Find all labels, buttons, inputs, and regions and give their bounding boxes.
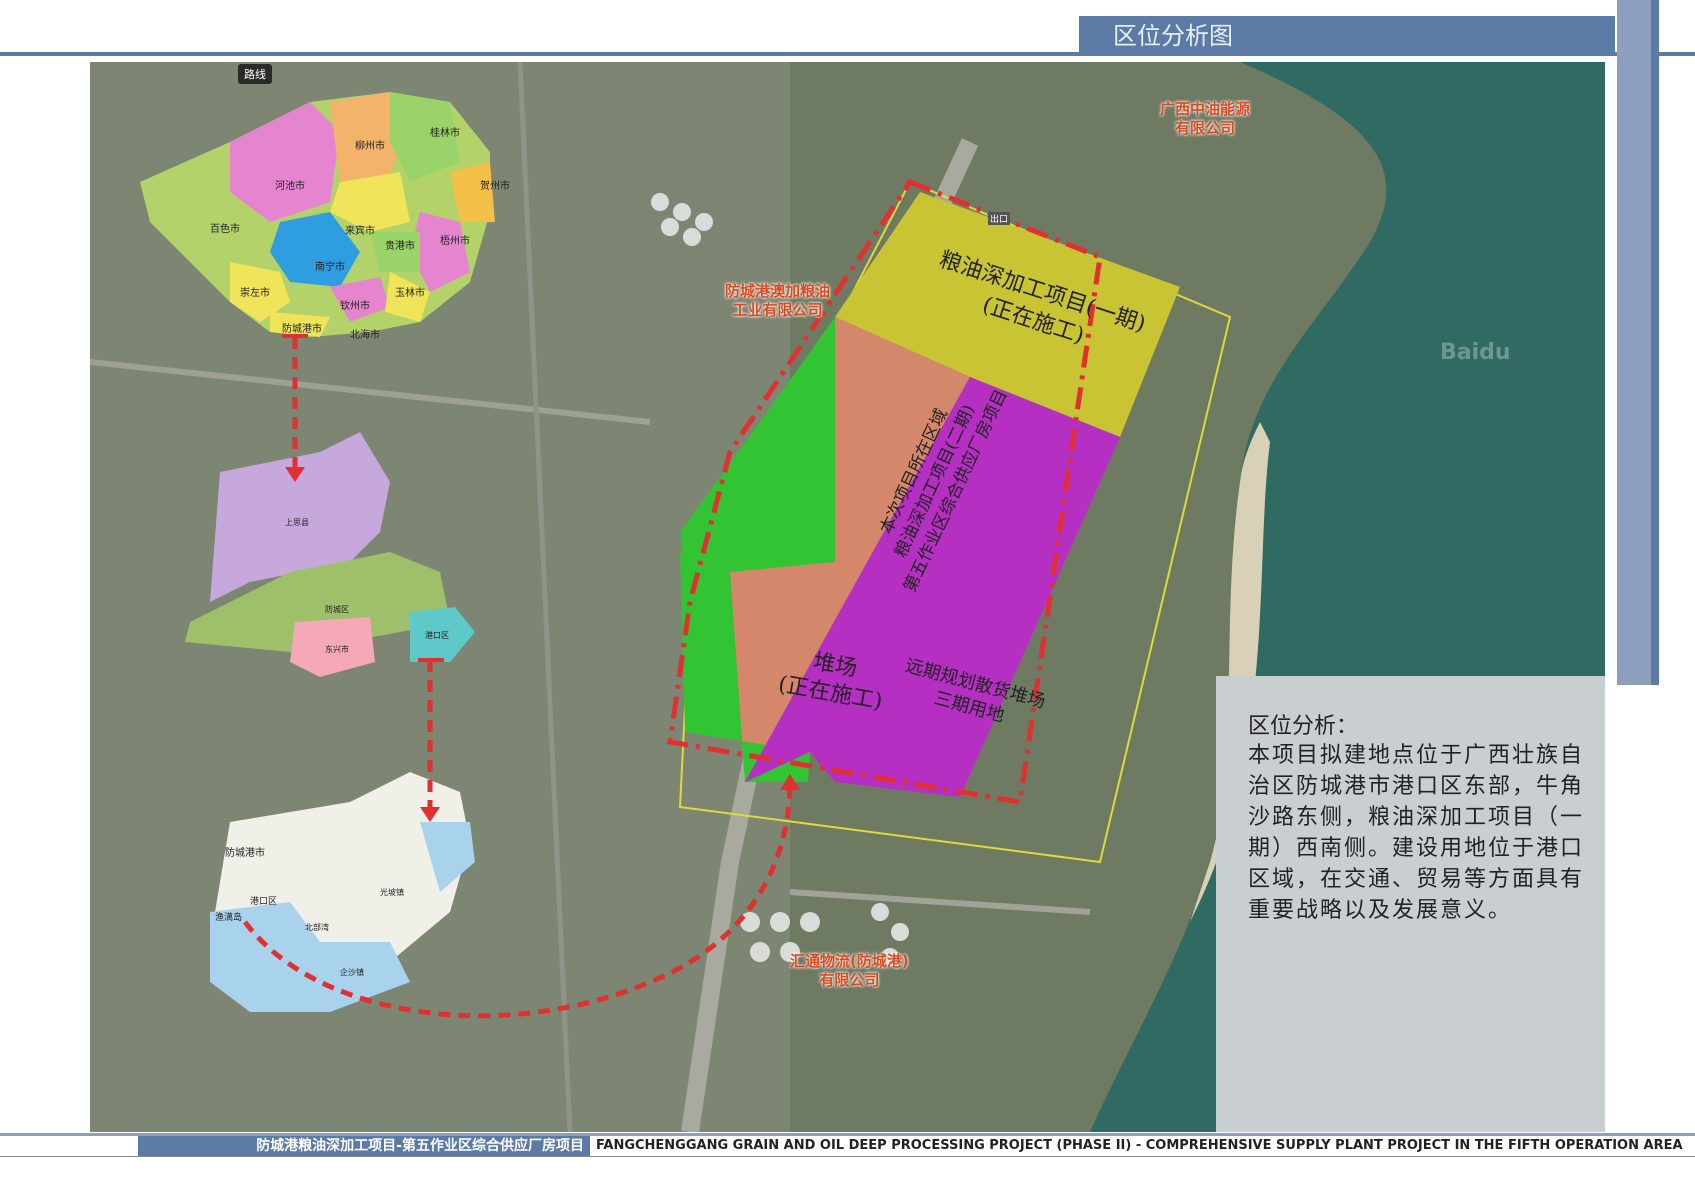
- company-label-huitong: 汇通物流(防城港) 有限公司: [790, 952, 909, 989]
- city-label: 崇左市: [240, 288, 270, 299]
- place-label: 渔澫岛: [215, 913, 243, 923]
- road-badge: 路线: [238, 64, 272, 84]
- analysis-panel: 区位分析： 本项目拟建地点位于广西壮族自治区防城港市港口区东部，牛角沙路东侧，粮…: [1216, 676, 1605, 1132]
- city-label: 北海市: [350, 330, 380, 341]
- city-label: 柳州市: [355, 141, 385, 152]
- analysis-title: 区位分析：: [1248, 714, 1359, 739]
- page-title: 区位分析图: [1079, 16, 1615, 56]
- place-label: 港口区: [250, 897, 278, 907]
- footer-base-rule: [0, 1156, 1695, 1157]
- company-label-aojia: 防城港澳加粮油 工业有限公司: [725, 282, 831, 319]
- watermark: Baidu: [1440, 340, 1511, 365]
- city-label: 防城港市: [282, 324, 322, 335]
- analysis-text: 本项目拟建地点位于广西壮族自治区防城港市港口区东部，牛角沙路东侧，粮油深加工项目…: [1248, 743, 1585, 923]
- city-label: 梧州市: [440, 236, 470, 247]
- side-band: [1617, 0, 1651, 685]
- gate-label: 出口: [988, 212, 1011, 225]
- city-label: 玉林市: [395, 288, 425, 299]
- place-label: 防城港市: [225, 848, 265, 859]
- city-label: 南宁市: [315, 262, 345, 273]
- city-label: 来宾市: [345, 226, 375, 237]
- city-label: 河池市: [275, 181, 305, 192]
- place-label: 北部湾: [305, 923, 329, 932]
- district-label: 防城区: [325, 605, 349, 614]
- city-label: 桂林市: [430, 128, 460, 139]
- district-label: 东兴市: [325, 645, 349, 654]
- company-label-zhongyou: 广西中油能源 有限公司: [1160, 100, 1251, 137]
- district-label: 港口区: [425, 631, 449, 640]
- side-band-accent: [1651, 0, 1659, 685]
- district-label: 上思县: [285, 518, 309, 527]
- place-label: 企沙镇: [340, 968, 364, 977]
- footer-project-cn: 防城港粮油深加工项目-第五作业区综合供应厂房项目: [138, 1136, 590, 1156]
- city-label: 贵港市: [385, 241, 415, 252]
- city-label: 贺州市: [480, 181, 510, 192]
- place-label: 光坡镇: [380, 888, 404, 897]
- city-label: 百色市: [210, 224, 240, 235]
- footer-project-en: FANGCHENGGANG GRAIN AND OIL DEEP PROCESS…: [596, 1138, 1683, 1153]
- city-label: 钦州市: [340, 301, 370, 312]
